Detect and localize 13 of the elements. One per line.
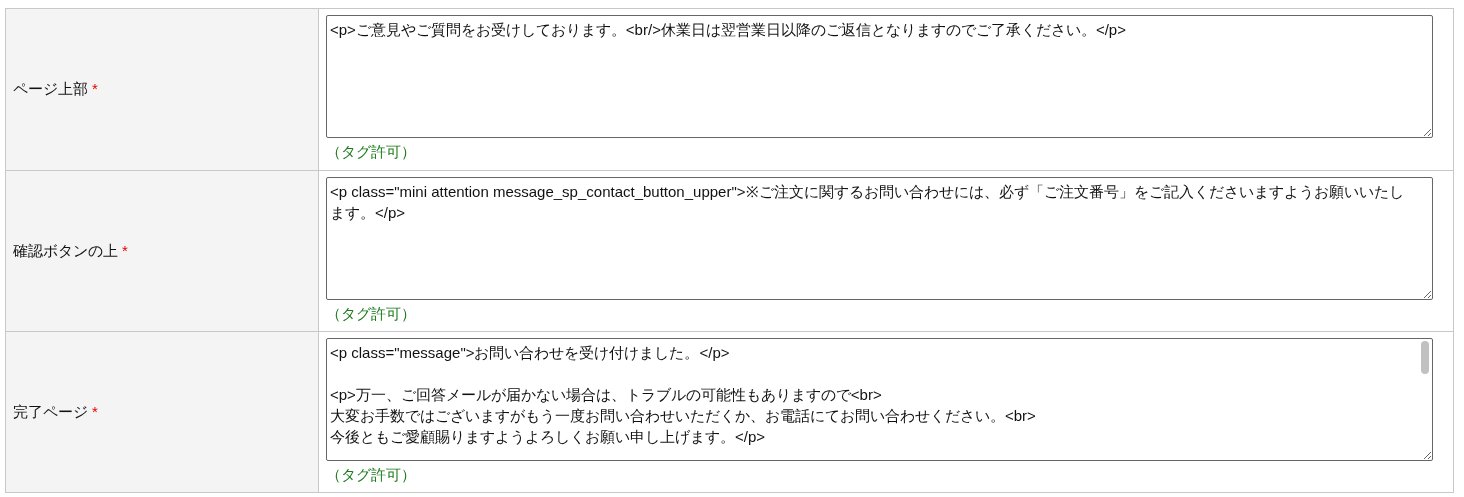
scrollbar-thumb[interactable]	[1421, 341, 1429, 374]
hint-text: （タグ許可）	[326, 304, 416, 324]
text-area[interactable]: <p class="mini attention message_sp_contact_button_upper">※ご注文に関するお問い合わせには、必ず「ご注文番号」をご記入くださいますようお願いいたします。</p>	[326, 177, 1433, 300]
text-area[interactable]: <p class="message">お問い合わせを受け付けました。</p> <p>万一、ご回答メールが届かない場合は、トラブルの可能性もありますので<br> 大変お手数ではございますがもう一度お問い合わせいただくか、お電話にてお問い合わせください。<br> 今後ともご愛顧賜りますようよろしくお願い申し上げます。</p>	[326, 338, 1433, 461]
required-mark: *	[122, 240, 128, 261]
hint-text: （タグ許可）	[326, 142, 416, 162]
hint-text: （タグ許可）	[326, 465, 416, 485]
required-mark: *	[92, 401, 98, 422]
field-label: 完了ページ	[13, 401, 88, 422]
text-area[interactable]: <p>ご意見やご質問をお受けしております。<br/>休業日は翌営業日以降のご返信となりますのでご了承ください。</p>	[326, 15, 1433, 138]
required-mark: *	[92, 79, 98, 100]
field-label: 確認ボタンの上	[13, 240, 118, 261]
field-label: ページ上部	[13, 79, 88, 100]
